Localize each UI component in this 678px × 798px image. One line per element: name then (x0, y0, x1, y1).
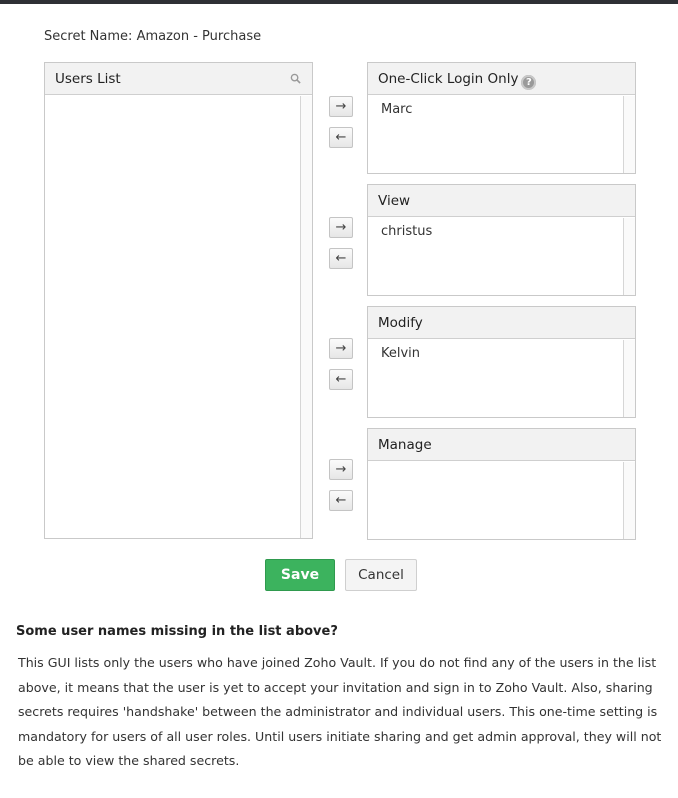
manage-header: Manage (368, 429, 635, 461)
view-panel: View christus (367, 184, 636, 296)
move-left-button[interactable]: ← (329, 490, 353, 511)
move-left-button[interactable]: ← (329, 369, 353, 390)
modify-body[interactable]: Kelvin (368, 340, 635, 417)
list-item[interactable]: Marc (368, 96, 635, 117)
move-left-button[interactable]: ← (329, 127, 353, 148)
one-click-login-header: One-Click Login Only? (368, 63, 635, 95)
users-list-panel: Users List (44, 62, 313, 539)
view-scrollbar[interactable] (623, 218, 635, 295)
move-left-button[interactable]: ← (329, 248, 353, 269)
help-title: Some user names missing in the list abov… (16, 624, 338, 639)
modify-panel: Modify Kelvin (367, 306, 636, 418)
secret-name: Secret Name: Amazon - Purchase (44, 29, 261, 44)
users-list-scrollbar[interactable] (300, 96, 312, 538)
one-click-login-scrollbar[interactable] (623, 96, 635, 173)
one-click-login-body[interactable]: Marc (368, 96, 635, 173)
move-right-button[interactable]: → (329, 459, 353, 480)
users-list-header: Users List (45, 63, 312, 95)
manage-scrollbar[interactable] (623, 462, 635, 539)
modify-scrollbar[interactable] (623, 340, 635, 417)
one-click-login-panel: One-Click Login Only? Marc (367, 62, 636, 174)
list-item[interactable]: Kelvin (368, 340, 635, 361)
secret-name-label: Secret Name: (44, 29, 133, 44)
manage-title: Manage (378, 437, 432, 453)
help-icon[interactable]: ? (521, 75, 537, 90)
move-right-button[interactable]: → (329, 96, 353, 117)
users-list-title: Users List (55, 71, 121, 87)
move-right-button[interactable]: → (329, 217, 353, 238)
secret-name-value: Amazon - Purchase (136, 29, 262, 44)
top-bar (0, 0, 678, 4)
users-list-body[interactable] (45, 96, 312, 538)
help-text: This GUI lists only the users who have j… (18, 655, 662, 768)
manage-panel: Manage (367, 428, 636, 540)
list-item[interactable]: christus (368, 218, 635, 239)
cancel-button[interactable]: Cancel (345, 559, 417, 591)
modify-header: Modify (368, 307, 635, 339)
view-header: View (368, 185, 635, 217)
move-right-button[interactable]: → (329, 338, 353, 359)
modify-title: Modify (378, 315, 423, 331)
manage-body[interactable] (368, 462, 635, 539)
view-title: View (378, 193, 411, 209)
search-icon[interactable] (290, 73, 301, 84)
view-body[interactable]: christus (368, 218, 635, 295)
one-click-login-title: One-Click Login Only (378, 71, 519, 87)
save-button[interactable]: Save (265, 559, 335, 591)
